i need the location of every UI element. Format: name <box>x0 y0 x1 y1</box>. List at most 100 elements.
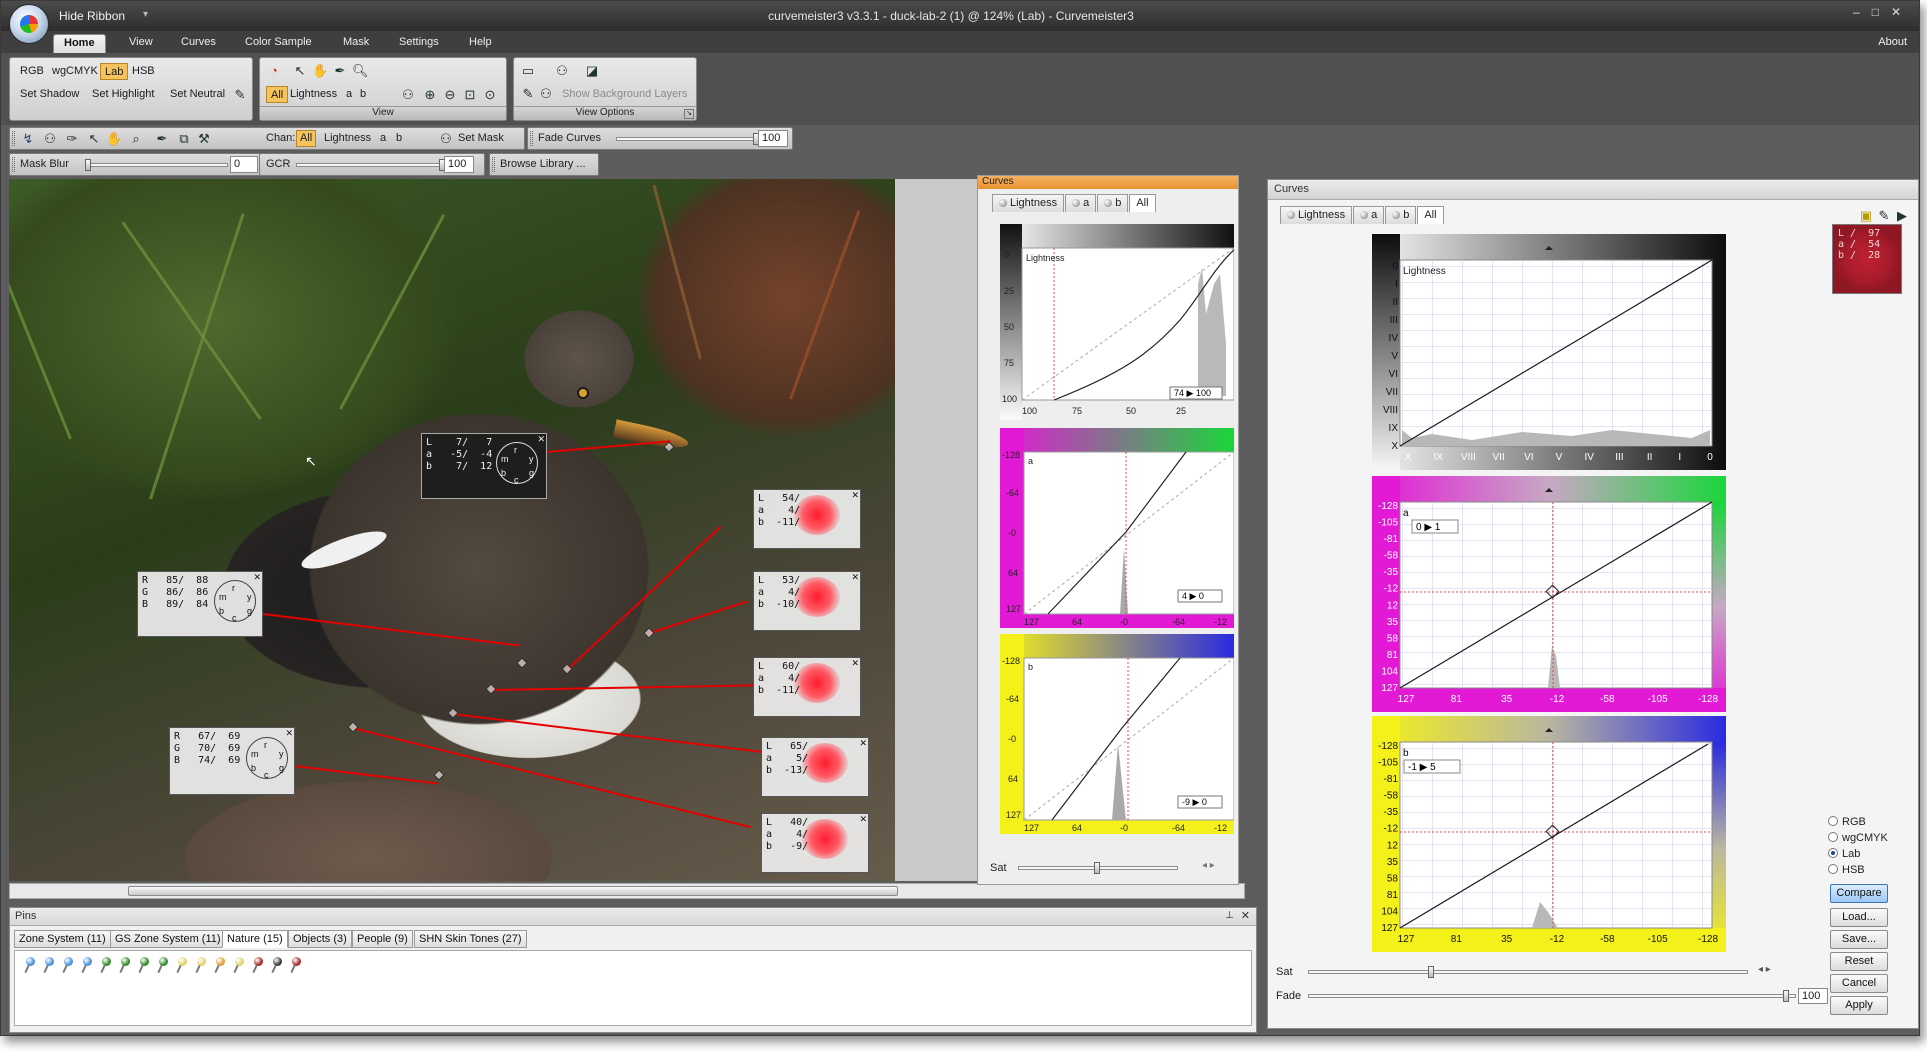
folder-icon[interactable]: ▣ <box>1858 208 1874 224</box>
pins-tab-gs-zone-system[interactable]: GS Zone System (11) <box>110 930 226 948</box>
pins-tab-nature[interactable]: Nature (15) <box>222 930 288 948</box>
pin-icon[interactable] <box>23 957 37 974</box>
mode-lab-button[interactable]: Lab <box>100 63 129 80</box>
play-icon[interactable]: ▶ <box>1894 208 1910 224</box>
pin-icon[interactable] <box>270 957 284 974</box>
image-horizontal-scrollbar[interactable] <box>9 883 1245 899</box>
close-icon[interactable]: ✕ <box>859 737 867 749</box>
pins-tab-zone-system[interactable]: Zone System (11) <box>14 930 111 948</box>
sat-slider-thumb[interactable] <box>1428 966 1435 978</box>
mini-lightness-curve[interactable]: Lightness 0 25 50 75 100 100 75 50 25 74… <box>1000 224 1234 420</box>
pin-icon[interactable] <box>42 957 56 974</box>
chan-all-button[interactable]: All <box>296 130 317 147</box>
mini-tab-a[interactable]: a <box>1065 194 1097 212</box>
pin-panel-icon[interactable]: ⊥ <box>1225 910 1234 921</box>
tab-all[interactable]: All <box>1417 206 1444 224</box>
pin-icon[interactable] <box>118 957 132 974</box>
mode-hsb-button[interactable]: HSB <box>128 63 159 80</box>
pen-icon[interactable]: ✎ <box>520 86 536 102</box>
toolbar-grip[interactable] <box>12 131 15 146</box>
pins-tab-people[interactable]: People (9) <box>352 930 413 948</box>
pin-icon[interactable] <box>99 957 113 974</box>
close-icon[interactable]: ✕ <box>285 727 293 739</box>
pin-icon[interactable] <box>80 957 94 974</box>
mini-sat-stepper[interactable]: ◂ ▸ <box>1202 860 1215 871</box>
chan-lightness-button[interactable]: Lightness <box>324 132 371 144</box>
mini-b-curve[interactable]: b -128 -64 -0 64 127 127 64 -0 -64 -12 -… <box>1000 634 1234 834</box>
lab-readout-box[interactable]: L 7/ 7 a -5/ -4 b 7/ 12 ✕ r y g c b m <box>421 433 547 499</box>
mask-tool-icon[interactable]: ⚇ <box>42 131 58 147</box>
a-curve-editor[interactable]: a 0 ▶ 1 -128 -105 -81 -58 -35 -12 12 35 58 81 104 1… <box>1372 476 1726 712</box>
radio-wgcmyk[interactable]: wgCMYK <box>1828 832 1888 844</box>
zoom-in-icon[interactable]: ⊕ <box>422 87 438 103</box>
gcr-slider[interactable] <box>296 163 442 167</box>
tab-curves[interactable]: Curves <box>171 34 226 53</box>
layer-icon[interactable]: ▭ <box>520 63 536 79</box>
pin-readout-box[interactable]: L 53/ a 4/ b -10/ ✕ <box>753 571 861 631</box>
close-icon[interactable]: ✕ <box>537 433 545 445</box>
pin-readout-box[interactable]: L 60/ a 4/ b -11/ ✕ <box>753 657 861 717</box>
pin-readout-box[interactable]: L 65/ a 5/ b -13/ ✕ <box>761 737 869 797</box>
toolbar-grip[interactable] <box>12 157 15 172</box>
pin-icon[interactable] <box>194 957 208 974</box>
pin-icon[interactable] <box>175 957 189 974</box>
view-channel-a[interactable]: a <box>342 86 356 103</box>
curve-pen-icon[interactable]: ↯ <box>20 131 36 147</box>
zoom-out-icon[interactable]: ⊖ <box>442 87 458 103</box>
hand-icon[interactable]: ✋ <box>312 63 328 79</box>
brush-icon[interactable]: ✑ <box>64 131 80 147</box>
tab-help[interactable]: Help <box>459 34 502 53</box>
mode-rgb-button[interactable]: RGB <box>16 63 48 80</box>
chan-b-button[interactable]: b <box>396 132 402 144</box>
fade-curves-value[interactable]: 100 <box>758 130 788 147</box>
mini-tab-b[interactable]: b <box>1097 194 1129 212</box>
mask-blur-slider-thumb[interactable] <box>85 159 91 171</box>
mini-tab-all[interactable]: All <box>1129 194 1156 212</box>
browse-library-button[interactable]: Browse Library ... <box>500 158 586 170</box>
dropper-icon[interactable]: ✒ <box>154 131 170 147</box>
compare-button[interactable]: Compare <box>1830 884 1888 903</box>
sat-slider[interactable] <box>1308 970 1748 974</box>
pin-icon[interactable] <box>61 957 75 974</box>
tab-lightness[interactable]: Lightness <box>1280 206 1353 224</box>
pin-icon[interactable] <box>156 957 170 974</box>
set-highlight-button[interactable]: Set Highlight <box>88 86 158 103</box>
dialog-launcher-icon[interactable]: ↘ <box>684 109 694 119</box>
rgb-readout-box[interactable]: R 67/ 69 G 70/ 69 B 74/ 69 ✕ r y g c b m <box>169 727 295 795</box>
pin-readout-box[interactable]: L 40/ a 4/ b -9/ ✕ <box>761 813 869 873</box>
gcr-value[interactable]: 100 <box>444 156 474 173</box>
lightness-curve-editor[interactable]: Lightness 0 I II III IV V VI VII VIII IX X X IX VIII… <box>1372 234 1726 470</box>
mask-toggle-icon[interactable]: ⚇ <box>538 86 554 102</box>
quick-access-dropdown-icon[interactable]: ▾ <box>143 9 148 20</box>
close-icon[interactable]: ✕ <box>851 489 859 501</box>
pointer-icon[interactable]: ↖ <box>292 63 308 79</box>
tab-b[interactable]: b <box>1385 206 1417 224</box>
zoom-actual-icon[interactable]: ⊙ <box>482 87 498 103</box>
reset-button[interactable]: Reset <box>1830 952 1888 971</box>
view-channel-all[interactable]: All <box>266 86 289 103</box>
link-icon[interactable]: ⚇ <box>554 63 570 79</box>
close-icon[interactable]: ✕ <box>851 657 859 669</box>
pin-icon[interactable] <box>251 957 265 974</box>
pin-readout-box[interactable]: L 54/ a 4/ b -11/ ✕ <box>753 489 861 549</box>
mode-wgcmyk-button[interactable]: wgCMYK <box>48 63 102 80</box>
scrollbar-thumb[interactable] <box>128 886 898 896</box>
mask-blur-slider[interactable] <box>88 163 228 167</box>
chan-a-button[interactable]: a <box>380 132 386 144</box>
fade-slider-thumb[interactable] <box>1783 990 1790 1002</box>
radio-lab[interactable]: Lab <box>1828 848 1860 860</box>
radio-hsb[interactable]: HSB <box>1828 864 1865 876</box>
radio-rgb[interactable]: RGB <box>1828 816 1866 828</box>
arrow-icon[interactable]: ↖ <box>86 131 102 147</box>
tab-color-sample[interactable]: Color Sample <box>235 34 322 53</box>
pins-tab-objects[interactable]: Objects (3) <box>288 930 352 948</box>
toolbar-grip[interactable] <box>530 131 533 146</box>
save-button[interactable]: Save... <box>1830 930 1888 949</box>
eyedropper-icon[interactable]: ✎ <box>232 87 248 103</box>
set-mask-icon[interactable]: ⚇ <box>438 131 454 147</box>
curves-tool-icon[interactable]: ◔ <box>266 63 282 79</box>
close-icon[interactable]: ✕ <box>859 813 867 825</box>
show-background-layers-button[interactable]: Show Background Layers <box>558 86 691 103</box>
fade-value[interactable]: 100 <box>1798 988 1828 1004</box>
app-menu-orb[interactable] <box>9 4 49 44</box>
